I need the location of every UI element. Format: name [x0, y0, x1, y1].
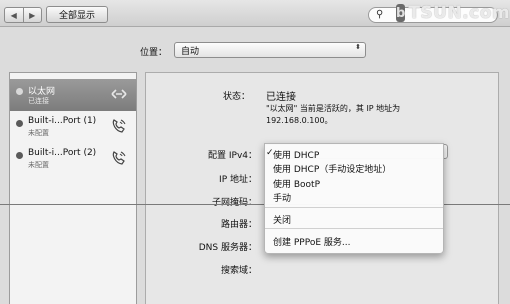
menu-item-dhcp-manual[interactable]: 使用 DHCP（手动设定地址）	[273, 162, 391, 175]
menu-item-create-pppoe[interactable]: 创建 PPPoE 服务...	[273, 235, 350, 248]
service-item-port-1[interactable]: Built-i...Port (1) 未配置	[10, 111, 136, 143]
status-description: "以太网" 当前是活跃的，其 IP 地址为 192.168.0.100。	[266, 103, 436, 127]
service-status: 已连接	[28, 97, 49, 105]
ip-address-label: IP 地址：	[219, 175, 257, 185]
location-value: 自动	[181, 47, 200, 57]
phone-icon	[112, 119, 126, 133]
service-item-port-2[interactable]: Built-i...Port (2) 未配置	[10, 143, 136, 175]
service-item-ethernet[interactable]: 以太网 已连接	[10, 79, 136, 111]
checkmark-icon: ✓	[266, 148, 274, 158]
menu-item-manual[interactable]: 手动	[273, 191, 291, 204]
show-all-button[interactable]: 全部显示	[46, 6, 108, 23]
service-status: 未配置	[28, 161, 49, 169]
search-icon: ⚲	[376, 9, 384, 20]
ethernet-icon	[111, 89, 127, 99]
service-status: 未配置	[28, 129, 49, 137]
service-name: Built-i...Port (2)	[28, 148, 97, 158]
status-description-line: "以太网" 当前是活跃的，其 IP 地址为	[266, 104, 401, 113]
search-domains-label: 搜索域：	[220, 266, 257, 276]
status-dot-icon	[16, 120, 23, 127]
watermark-logo: b	[396, 4, 406, 22]
forward-button[interactable]: ▶	[22, 8, 42, 22]
phone-icon	[112, 151, 126, 165]
menu-item-bootp[interactable]: 使用 BootP	[273, 177, 320, 190]
status-dot-icon	[16, 88, 23, 95]
menu-separator	[265, 207, 443, 208]
subnet-mask-label: 子网掩码：	[211, 198, 257, 208]
dns-server-label: DNS 服务器：	[198, 243, 257, 253]
service-name: Built-i...Port (1)	[28, 116, 97, 126]
location-select[interactable]: 自动 ⬍	[174, 42, 366, 58]
menu-separator	[265, 228, 443, 229]
back-button[interactable]: ◀	[5, 8, 23, 22]
status-label: 状态：	[222, 92, 250, 102]
menu-item-off[interactable]: 关闭	[273, 213, 291, 226]
location-label: 位置：	[140, 48, 168, 58]
status-dot-icon	[16, 152, 23, 159]
nav-buttons: ◀ ▶	[4, 7, 42, 23]
menu-item-dhcp[interactable]: ✓ 使用 DHCP	[266, 148, 320, 161]
ip-address-readout: 192.168.0.100。	[266, 116, 333, 125]
menu-item-label: 使用 DHCP	[273, 151, 320, 161]
config-ipv4-label: 配置 IPv4：	[208, 151, 257, 161]
watermark: b TSUN.com	[396, 1, 510, 25]
status-value: 已连接	[266, 92, 296, 103]
ipv4-dropdown-menu: ✓ 使用 DHCP 使用 DHCP（手动设定地址） 使用 BootP 手动 关闭…	[264, 143, 444, 254]
service-list: 以太网 已连接 Built-i...Port (1) 未配置 Built-i..…	[9, 72, 137, 304]
router-label: 路由器：	[220, 220, 257, 230]
select-arrows-icon: ⬍	[355, 43, 361, 51]
watermark-text: TSUN.com	[408, 3, 510, 23]
